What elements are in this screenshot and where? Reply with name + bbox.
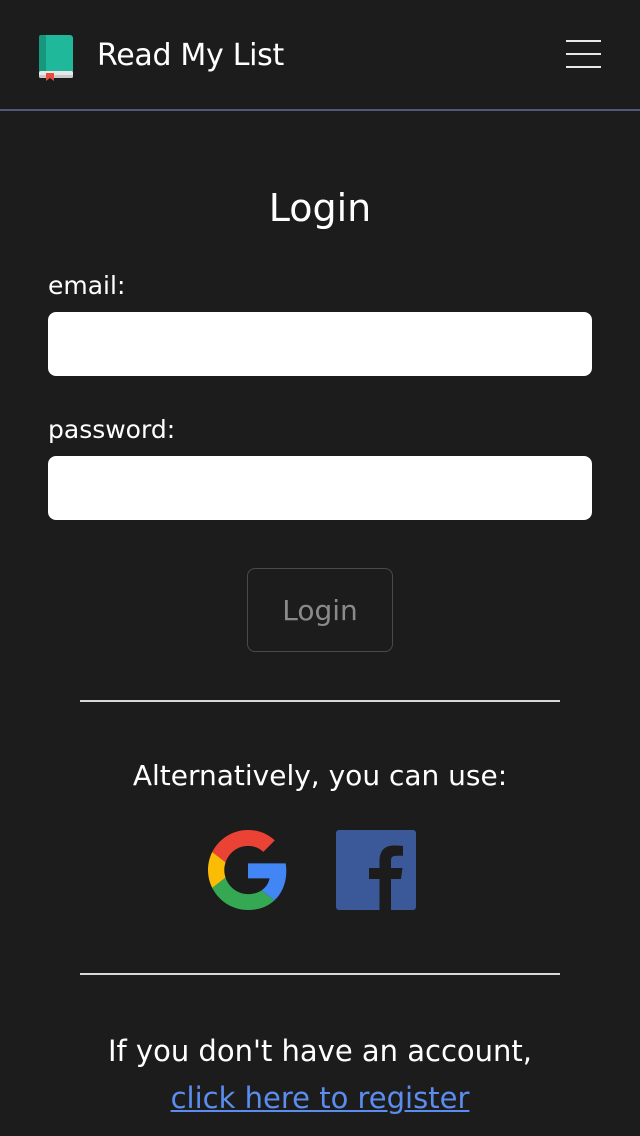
- page-title: Login: [268, 186, 372, 230]
- navbar: Read My List: [0, 0, 640, 111]
- menu-bar: [566, 53, 601, 55]
- register-link[interactable]: click here to register: [171, 1081, 470, 1115]
- divider: [80, 700, 560, 702]
- alternatives-text: Alternatively, you can use:: [132, 759, 508, 792]
- login-button[interactable]: Login: [247, 568, 393, 652]
- google-icon[interactable]: [208, 830, 288, 910]
- book-icon[interactable]: [37, 35, 75, 81]
- register-link-line: click here to register: [0, 1077, 640, 1119]
- facebook-icon[interactable]: [336, 830, 416, 910]
- email-field[interactable]: [48, 312, 592, 376]
- menu-bar: [566, 66, 601, 68]
- divider: [80, 973, 560, 975]
- email-label: email:: [48, 271, 126, 300]
- register-prompt: If you don't have an account,: [107, 1034, 533, 1068]
- hamburger-menu-icon[interactable]: [566, 40, 601, 68]
- password-field[interactable]: [48, 456, 592, 520]
- password-label: password:: [48, 415, 176, 444]
- brand-title[interactable]: Read My List: [97, 34, 284, 78]
- menu-bar: [566, 40, 601, 42]
